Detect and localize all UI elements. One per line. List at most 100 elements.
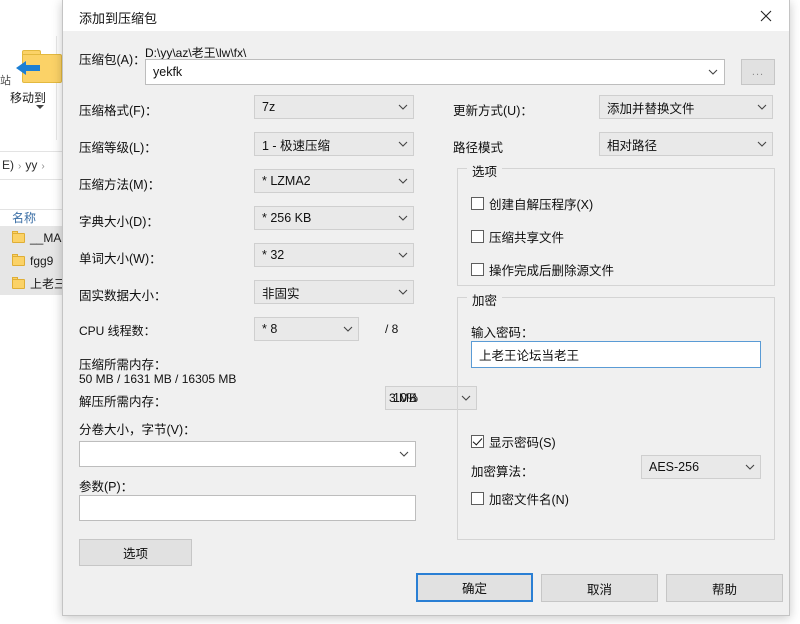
- parameters-input[interactable]: [79, 495, 416, 521]
- breadcrumb[interactable]: E) › yy ›: [2, 158, 49, 172]
- compression-level-label: 压缩等级(L)：: [79, 141, 157, 155]
- parameters-label: 参数(P)：: [79, 480, 134, 494]
- checkbox-box: [471, 197, 484, 210]
- column-header-bar: [0, 180, 66, 210]
- archive-name-value: yekfk: [153, 65, 183, 79]
- ribbon-tiny-label: 站: [0, 75, 11, 87]
- chevron-down-icon: [752, 141, 772, 147]
- word-size-value: * 32: [262, 248, 285, 262]
- help-button[interactable]: 帮助: [666, 574, 783, 602]
- list-item[interactable]: 上老三: [0, 272, 66, 295]
- chevron-down-icon: [393, 289, 413, 295]
- compression-format-value: 7z: [262, 100, 276, 114]
- solid-block-size-select[interactable]: 非固实: [254, 280, 414, 304]
- compression-level-value: 1 - 极速压缩: [262, 138, 331, 153]
- breadcrumb-separator-icon-2: ›: [41, 161, 45, 172]
- compression-method-label: 压缩方法(M)：: [79, 178, 161, 192]
- archive-name-input[interactable]: yekfk: [145, 59, 725, 85]
- delete-source-after-label: 操作完成后删除源文件: [489, 264, 615, 278]
- compress-shared-files-label: 压缩共享文件: [489, 231, 565, 245]
- update-mode-select[interactable]: 添加并替换文件: [599, 95, 773, 119]
- checkbox-box: [471, 230, 484, 243]
- dictionary-size-select[interactable]: * 256 KB: [254, 206, 414, 230]
- encryption-group-title: 加密: [467, 290, 503, 309]
- file-list: __MA fgg9 上老三: [0, 226, 66, 295]
- list-item[interactable]: fgg9: [0, 249, 66, 272]
- password-input[interactable]: 上老王论坛当老王: [471, 341, 761, 368]
- breadcrumb-separator-icon: ›: [18, 161, 22, 172]
- dictionary-size-label: 字典大小(D)：: [79, 215, 159, 229]
- archive-label: 压缩包(A)：: [79, 53, 146, 67]
- checkbox-box: [471, 492, 484, 505]
- update-mode-label: 更新方式(U)：: [453, 104, 533, 118]
- chevron-down-icon: [338, 326, 358, 332]
- column-header-name[interactable]: 名称: [12, 209, 36, 226]
- encryption-algorithm-label: 加密算法：: [471, 465, 534, 479]
- compression-method-value: * LZMA2: [262, 174, 311, 188]
- ok-button[interactable]: 确定: [416, 573, 533, 602]
- chevron-down-icon[interactable]: [702, 60, 724, 84]
- split-volume-input[interactable]: [79, 441, 416, 467]
- encrypt-filenames-label: 加密文件名(N): [489, 493, 569, 507]
- breadcrumb-part-0[interactable]: E): [2, 158, 14, 172]
- compress-memory-label: 压缩所需内存：: [79, 358, 167, 372]
- path-mode-select[interactable]: 相对路径: [599, 132, 773, 156]
- word-size-select[interactable]: * 32: [254, 243, 414, 267]
- list-item-label: __MA: [30, 230, 62, 245]
- compression-method-select[interactable]: * LZMA2: [254, 169, 414, 193]
- checkbox-box: [471, 435, 484, 448]
- chevron-down-icon: [393, 252, 413, 258]
- decompress-memory-value: 3 MB: [388, 391, 417, 405]
- cpu-threads-label: CPU 线程数：: [79, 324, 156, 338]
- add-to-archive-dialog: 添加到压缩包 压缩包(A)： D:\yy\az\老王\lw\fx\ yekfk …: [62, 0, 790, 616]
- checkbox-box: [471, 263, 484, 276]
- chevron-down-icon: [393, 215, 413, 221]
- options-group-title: 选项: [467, 161, 503, 180]
- dialog-body: 压缩包(A)： D:\yy\az\老王\lw\fx\ yekfk ... 压缩格…: [63, 31, 789, 615]
- compression-level-select[interactable]: 1 - 极速压缩: [254, 132, 414, 156]
- compress-shared-files-checkbox[interactable]: 压缩共享文件: [471, 227, 564, 246]
- folder-icon: [12, 277, 25, 289]
- split-volume-label: 分卷大小，字节(V)：: [79, 423, 196, 437]
- path-mode-label: 路径模式: [453, 141, 504, 155]
- delete-source-after-checkbox[interactable]: 操作完成后删除源文件: [471, 260, 614, 279]
- path-mode-value: 相对路径: [607, 138, 658, 153]
- dialog-titlebar[interactable]: 添加到压缩包: [63, 0, 789, 31]
- compress-memory-value: 50 MB / 1631 MB / 16305 MB: [79, 372, 237, 386]
- folder-icon: [12, 254, 25, 266]
- cpu-threads-total: / 8: [385, 322, 399, 336]
- move-to-button-label[interactable]: 移动到: [10, 89, 46, 106]
- chevron-down-icon: [393, 104, 413, 110]
- show-password-checkbox[interactable]: 显示密码(S): [471, 432, 556, 451]
- encryption-algorithm-value: AES-256: [649, 460, 700, 474]
- cpu-threads-value: * 8: [262, 322, 278, 336]
- list-item-label: 上老三: [30, 277, 66, 291]
- compression-format-select[interactable]: 7z: [254, 95, 414, 119]
- close-icon[interactable]: [743, 0, 789, 31]
- create-sfx-checkbox[interactable]: 创建自解压程序(X): [471, 194, 593, 213]
- dialog-title: 添加到压缩包: [79, 11, 158, 26]
- list-item[interactable]: __MA: [0, 226, 66, 249]
- options-button[interactable]: 选项: [79, 539, 192, 566]
- move-arrow-icon: [14, 58, 44, 78]
- compression-format-label: 压缩格式(F)：: [79, 104, 158, 118]
- password-label: 输入密码：: [471, 326, 534, 340]
- cancel-button[interactable]: 取消: [541, 574, 658, 602]
- chevron-down-icon[interactable]: [36, 105, 44, 109]
- solid-block-size-label: 固实数据大小：: [79, 289, 167, 303]
- list-item-label: fgg9: [30, 253, 54, 268]
- update-mode-value: 添加并替换文件: [607, 101, 695, 116]
- encryption-algorithm-select[interactable]: AES-256: [641, 455, 761, 479]
- encrypt-filenames-checkbox[interactable]: 加密文件名(N): [471, 489, 569, 508]
- chevron-down-icon: [752, 104, 772, 110]
- create-sfx-label: 创建自解压程序(X): [489, 198, 594, 212]
- cpu-threads-select[interactable]: * 8: [254, 317, 359, 341]
- folder-icon: [12, 231, 25, 243]
- browse-button[interactable]: ...: [741, 59, 775, 85]
- chevron-down-icon[interactable]: [393, 442, 415, 466]
- chevron-down-icon: [740, 464, 760, 470]
- breadcrumb-part-1[interactable]: yy: [25, 158, 37, 172]
- chevron-down-icon: [393, 178, 413, 184]
- dictionary-size-value: * 256 KB: [262, 211, 312, 225]
- chevron-down-icon: [393, 141, 413, 147]
